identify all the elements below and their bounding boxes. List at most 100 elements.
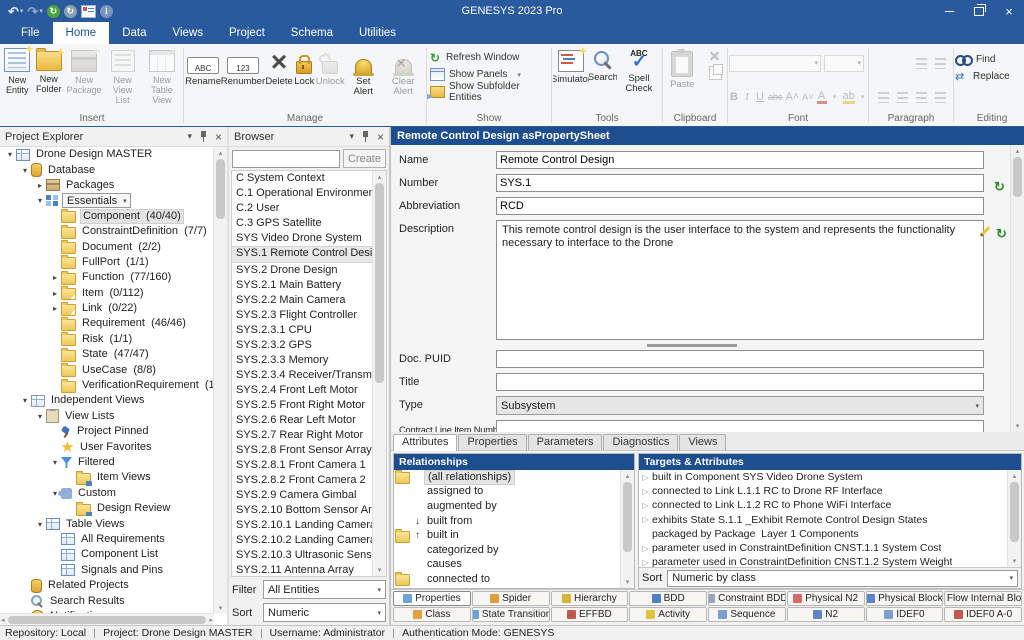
essentials-schema-dropdown[interactable]: Essentials▾ xyxy=(62,193,131,208)
target-item[interactable]: ▷parameter used in ConstraintDefinition … xyxy=(639,555,1008,567)
browser-item-sys-2-4-front-left-motor[interactable]: SYS.2.4 Front Left Motor xyxy=(232,383,373,398)
scroll-thumb[interactable] xyxy=(216,159,225,219)
expander-open-icon[interactable]: ▾ xyxy=(49,458,61,467)
view-tab-flow-internal-block[interactable]: Flow Internal Block xyxy=(944,591,1022,606)
expander-closed-icon[interactable]: ▸ xyxy=(49,289,61,298)
relationship-built-from[interactable]: ↓built from xyxy=(394,514,621,529)
delete-button[interactable]: Delete xyxy=(265,46,294,108)
browser-item-sys-2-3-flight-controller[interactable]: SYS.2.3 Flight Controller xyxy=(232,308,373,323)
browser-search-input[interactable] xyxy=(232,150,340,168)
tree-item-search-results[interactable]: Search Results xyxy=(0,593,214,608)
view-tab-sequence[interactable]: Sequence xyxy=(708,607,786,622)
browser-item-sys-2-10-bottom-sensor-array[interactable]: SYS.2.10 Bottom Sensor Array xyxy=(232,503,373,518)
close-icon[interactable]: × xyxy=(377,131,384,143)
show-subfolder-entities-button[interactable]: Show Subfolder Entities xyxy=(428,83,550,100)
scroll-thumb[interactable] xyxy=(1013,157,1022,197)
sync-secondary-button[interactable]: ↻ xyxy=(64,4,77,19)
relationship-connected-to[interactable]: connected to xyxy=(394,572,621,587)
view-tab-constraint-bdd[interactable]: Constraint BDD xyxy=(708,591,786,606)
minimize-button[interactable] xyxy=(934,0,964,22)
description-refresh-icon[interactable] xyxy=(996,225,1009,238)
view-tab-idef0[interactable]: IDEF0 xyxy=(866,607,944,622)
chevron-down-icon[interactable]: ▾ xyxy=(20,7,24,15)
browser-item-sys-2-7-rear-right-motor[interactable]: SYS.2.7 Rear Right Motor xyxy=(232,428,373,443)
browser-item-sys-2-10-3-ultrasonic-sensors[interactable]: SYS.2.10.3 Ultrasonic Sensors xyxy=(232,548,373,563)
scroll-thumb[interactable] xyxy=(1010,482,1019,542)
tab-views[interactable]: Views xyxy=(679,434,726,450)
set-alert-button[interactable]: Set Alert xyxy=(345,46,381,108)
close-icon[interactable]: × xyxy=(215,131,222,143)
browser-item-sys-2-6-rear-left-motor[interactable]: SYS.2.6 Rear Left Motor xyxy=(232,413,373,428)
tree-item-link[interactable]: ▸Link (0/22) xyxy=(0,301,214,316)
scroll-down-icon[interactable]: ▾ xyxy=(1015,420,1021,432)
browser-item-sys-2-drone-design[interactable]: SYS.2 Drone Design xyxy=(232,263,373,278)
expander-open-icon[interactable]: ▾ xyxy=(34,520,46,529)
chevron-down-icon[interactable]: ▾ xyxy=(517,71,521,79)
sync-button[interactable]: ↻ xyxy=(47,4,60,19)
scroll-thumb[interactable] xyxy=(623,482,632,552)
tree-item-item-views[interactable]: Item Views xyxy=(0,470,214,485)
tree-item-risk[interactable]: Risk (1/1) xyxy=(0,332,214,347)
expander-closed-icon[interactable]: ▸ xyxy=(49,273,61,282)
scroll-thumb[interactable] xyxy=(8,616,207,624)
expander-closed-icon[interactable]: ▸ xyxy=(49,304,61,313)
browser-item-c-1-operational-environment[interactable]: C.1 Operational Environment xyxy=(232,186,373,201)
tree-item-table-views[interactable]: ▾Table Views xyxy=(0,516,214,531)
tree-item-packages[interactable]: ▸Packages xyxy=(0,178,214,193)
relationship-assigned-to[interactable]: assigned to xyxy=(394,485,621,500)
redo-button[interactable]: ↷▾ xyxy=(27,4,42,19)
view-tab-effbd[interactable]: EFFBD xyxy=(551,607,629,622)
expander-open-icon[interactable]: ▾ xyxy=(19,396,31,405)
menu-file[interactable]: File xyxy=(8,22,53,44)
simulator-button[interactable]: Simulator xyxy=(553,46,589,108)
scroll-down-icon[interactable]: ▾ xyxy=(625,576,631,588)
relationship-all-relationships[interactable]: (all relationships) xyxy=(394,470,621,485)
tree-item-custom[interactable]: ▾Custom xyxy=(0,486,214,501)
lock-button[interactable]: Lock xyxy=(293,46,315,108)
tree-item-project-pinned[interactable]: Project Pinned xyxy=(0,424,214,439)
target-item[interactable]: ▷connected to Link L.1.2 RC to Phone WiF… xyxy=(639,498,1008,512)
new-entity-button[interactable]: New Entity xyxy=(2,46,33,108)
relationship-augmented-by[interactable]: augmented by xyxy=(394,499,621,514)
number-input[interactable] xyxy=(496,174,984,192)
expand-arrow-icon[interactable]: ▷ xyxy=(639,544,652,553)
browser-item-sys-2-3-1-cpu[interactable]: SYS.2.3.1 CPU xyxy=(232,323,373,338)
relationship-categorized-by[interactable]: categorized by xyxy=(394,543,621,558)
browser-item-c-2-user[interactable]: C.2 User xyxy=(232,201,373,216)
tab-diagnostics[interactable]: Diagnostics xyxy=(603,434,678,450)
relationship-constrained-by[interactable]: constrained by xyxy=(394,587,621,588)
expander-closed-icon[interactable]: ▸ xyxy=(34,181,46,190)
report-button[interactable] xyxy=(81,4,96,19)
browser-item-sys-2-11-antenna-array[interactable]: SYS.2.11 Antenna Array xyxy=(232,563,373,576)
menu-home[interactable]: Home xyxy=(53,22,110,44)
form-splitter[interactable] xyxy=(399,343,984,348)
expand-arrow-icon[interactable]: ▷ xyxy=(639,487,652,496)
tree-item-related-projects[interactable]: Related Projects xyxy=(0,578,214,593)
browser-item-sys-2-3-4-receiver-transmitter[interactable]: SYS.2.3.4 Receiver/Transmitter xyxy=(232,368,373,383)
close-button[interactable]: × xyxy=(994,0,1024,22)
browser-item-c-3-gps-satellite[interactable]: C.3 GPS Satellite xyxy=(232,216,373,231)
browser-item-sys-2-9-camera-gimbal[interactable]: SYS.2.9 Camera Gimbal xyxy=(232,488,373,503)
target-item[interactable]: ▷exhibits State S.1.1 _Exhibit Remote Co… xyxy=(639,513,1008,527)
tree-item-usecase[interactable]: UseCase (8/8) xyxy=(0,362,214,377)
tree-item-design-review[interactable]: Design Review xyxy=(0,501,214,516)
browser-item-sys-1-remote-control-design[interactable]: SYS.1 Remote Control Design xyxy=(232,246,373,263)
browser-item-sys-2-8-1-front-camera-1[interactable]: SYS.2.8.1 Front Camera 1 xyxy=(232,458,373,473)
tab-properties[interactable]: Properties xyxy=(458,434,526,450)
chevron-down-icon[interactable]: ▾ xyxy=(39,7,43,15)
type-dropdown[interactable]: Subsystem ▾ xyxy=(496,396,984,415)
create-button[interactable]: Create xyxy=(343,149,386,168)
replace-button[interactable]: Replace xyxy=(955,68,1024,85)
scroll-thumb[interactable] xyxy=(375,183,384,383)
target-item[interactable]: ▷built in Component SYS Video Drone Syst… xyxy=(639,470,1008,484)
tree-item-function[interactable]: ▸Function (77/160) xyxy=(0,270,214,285)
view-tab-n2[interactable]: N2 xyxy=(787,607,865,622)
browser-item-sys-2-8-2-front-camera-2[interactable]: SYS.2.8.2 Front Camera 2 xyxy=(232,473,373,488)
title-input[interactable] xyxy=(496,373,984,391)
menu-schema[interactable]: Schema xyxy=(278,22,346,44)
browser-item-sys-2-8-front-sensor-array[interactable]: SYS.2.8 Front Sensor Array xyxy=(232,443,373,458)
scroll-up-icon[interactable]: ▴ xyxy=(625,470,631,482)
search-button[interactable]: Search xyxy=(589,46,617,108)
spell-check-button[interactable]: Spell Check xyxy=(617,46,661,108)
relationships-scrollbar[interactable]: ▴ ▾ xyxy=(620,470,634,588)
